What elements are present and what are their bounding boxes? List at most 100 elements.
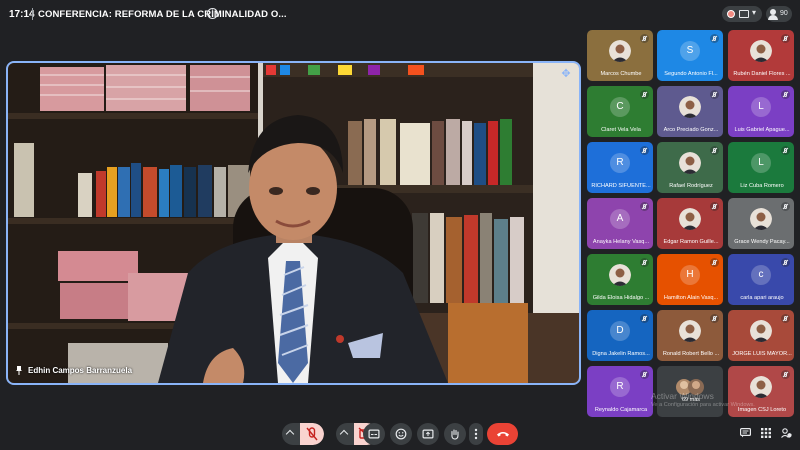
mic-muted-icon	[710, 202, 719, 211]
clock: 17:14	[9, 9, 35, 20]
participant-name: Claret Vela Vela	[601, 127, 641, 133]
mic-toggle-button[interactable]	[300, 423, 324, 445]
participants-button[interactable]: 90	[766, 6, 792, 22]
present-button[interactable]	[417, 423, 439, 445]
mic-muted-icon	[710, 258, 719, 267]
participant-tile[interactable]: Ronald Robert Bello ...	[657, 310, 723, 361]
participant-tile[interactable]: L Liz Cuba Romero	[728, 142, 794, 193]
participant-initial-avatar: A	[610, 209, 630, 229]
pin-tile-icon[interactable]: ✥	[559, 67, 573, 81]
participant-tile[interactable]: Gilda Eloisa Hidalgo ...	[587, 254, 653, 305]
mic-muted-icon	[640, 34, 649, 43]
captions-button[interactable]	[363, 423, 385, 445]
host-controls-icon[interactable]	[781, 428, 792, 438]
mic-muted-icon	[710, 90, 719, 99]
recording-indicator[interactable]: ▾	[722, 6, 762, 22]
participant-tile[interactable]: Marcos Chumbe	[587, 30, 653, 81]
mic-muted-icon	[640, 370, 649, 379]
mic-off-icon	[306, 427, 318, 441]
windows-activation-title: Activar Windows	[651, 391, 714, 401]
divider	[32, 8, 33, 20]
participant-tile[interactable]: R Reynaldo Cajamarca	[587, 366, 653, 417]
participant-name: Rafael Rodríguez	[669, 183, 713, 189]
mic-muted-icon	[710, 146, 719, 155]
participant-avatar	[679, 96, 701, 118]
windows-activation-subtitle: Ve a Configuración para activar Windows.	[651, 402, 755, 408]
mic-muted-icon	[640, 146, 649, 155]
participant-avatar	[750, 208, 772, 230]
recording-dot-icon	[727, 10, 735, 18]
participant-avatar	[609, 264, 631, 286]
participant-name: Anayka Helany Vasq...	[592, 239, 650, 245]
participant-name: JORGE LUIS MAYOR...	[732, 351, 792, 357]
participant-tile[interactable]: Grace Wendy Pacay...	[728, 198, 794, 249]
speaker-name: Edhin Campos Barranzuela	[28, 366, 133, 375]
participant-tile[interactable]: c carla apari araujo	[728, 254, 794, 305]
participant-avatar	[750, 320, 772, 342]
participant-initial-avatar: c	[751, 265, 771, 285]
participant-name: Segundo Antonio Fl...	[664, 71, 718, 77]
main-speaker-video[interactable]: ✥ Edhin Campos Barranzuela	[6, 61, 581, 385]
participant-initial-avatar: S	[680, 41, 700, 61]
participant-initial-avatar: D	[610, 321, 630, 341]
microphone-control[interactable]	[282, 423, 324, 445]
pin-icon	[16, 366, 22, 375]
participant-avatar	[679, 320, 701, 342]
mic-muted-icon	[781, 202, 790, 211]
participant-initial-avatar: R	[610, 377, 630, 397]
participant-tile[interactable]: S Segundo Antonio Fl...	[657, 30, 723, 81]
participant-name: RICHARD SIFUENTE...	[591, 183, 651, 189]
participant-tile[interactable]: Rafael Rodríguez	[657, 142, 723, 193]
info-icon[interactable]: i	[207, 8, 218, 19]
participant-name: Rubén Daniel Flores ...	[733, 71, 791, 77]
leave-call-button[interactable]	[487, 423, 518, 445]
closed-captions-icon	[368, 429, 380, 439]
mic-muted-icon	[710, 314, 719, 323]
participant-avatar	[679, 152, 701, 174]
end-call-icon	[496, 432, 509, 437]
participant-tile[interactable]: Rubén Daniel Flores ...	[728, 30, 794, 81]
participant-tile[interactable]: Edgar Ramon Guille...	[657, 198, 723, 249]
chat-icon[interactable]	[740, 428, 751, 438]
raise-hand-icon	[451, 429, 459, 440]
mic-muted-icon	[640, 258, 649, 267]
participant-tile[interactable]: Arco Preciado Gonz...	[657, 86, 723, 137]
mic-muted-icon	[710, 34, 719, 43]
participant-tile[interactable]: A Anayka Helany Vasq...	[587, 198, 653, 249]
mic-muted-icon	[781, 370, 790, 379]
more-vert-icon	[474, 428, 478, 440]
participant-initial-avatar: R	[610, 153, 630, 173]
participants-count: 90	[780, 10, 788, 17]
chevron-down-icon: ▾	[752, 8, 757, 17]
participant-initial-avatar: C	[610, 97, 630, 117]
participant-name: Gilda Eloisa Hidalgo ...	[592, 295, 650, 301]
participant-name: Marcos Chumbe	[600, 71, 642, 77]
participant-initial-avatar: H	[680, 265, 700, 285]
raise-hand-button[interactable]	[444, 423, 466, 445]
participant-tile[interactable]: JORGE LUIS MAYOR...	[728, 310, 794, 361]
camera-options-button[interactable]	[336, 423, 354, 445]
screen-icon	[739, 10, 749, 18]
more-options-button[interactable]	[469, 423, 483, 445]
mic-options-button[interactable]	[282, 423, 300, 445]
participant-name: Hamilton Alain Vasq...	[663, 295, 719, 301]
participant-tile[interactable]: R RICHARD SIFUENTE...	[587, 142, 653, 193]
participant-name: Digna Jakelin Ramos...	[592, 351, 650, 357]
meeting-title: CONFERENCIA: REFORMA DE LA CRIMINALIDAD …	[38, 9, 287, 20]
emoji-button[interactable]	[390, 423, 412, 445]
participant-tile[interactable]: L Luis Gabriel Apague...	[728, 86, 794, 137]
mic-muted-icon	[781, 258, 790, 267]
participant-name: Arco Preciado Gonz...	[663, 127, 719, 133]
mic-muted-icon	[781, 90, 790, 99]
activities-grid-icon[interactable]	[761, 428, 771, 438]
participant-name: Ronald Robert Bello ...	[662, 351, 720, 357]
participant-tile[interactable]: Imagen CSJ Loreto	[728, 366, 794, 417]
participant-initial-avatar: L	[751, 97, 771, 117]
participant-avatar	[750, 40, 772, 62]
participant-tile[interactable]: H Hamilton Alain Vasq...	[657, 254, 723, 305]
participant-avatar	[679, 208, 701, 230]
participant-name: carla apari araujo	[740, 295, 784, 301]
mic-muted-icon	[640, 90, 649, 99]
participant-tile[interactable]: C Claret Vela Vela	[587, 86, 653, 137]
participant-tile[interactable]: D Digna Jakelin Ramos...	[587, 310, 653, 361]
